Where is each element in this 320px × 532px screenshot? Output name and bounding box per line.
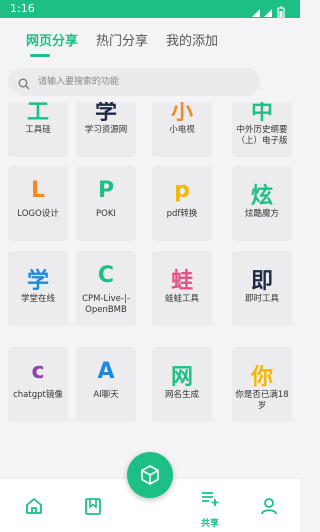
app-card-glyph: C xyxy=(97,263,115,288)
search-bar[interactable] xyxy=(8,68,260,96)
app-card[interactable]: C CPM-Live-|-OpenBMB xyxy=(76,251,136,326)
search-input[interactable] xyxy=(38,74,248,90)
person-icon[interactable] xyxy=(259,496,279,516)
app-card-label: 中外历史纲要（上）电子版 xyxy=(236,125,288,146)
app-card[interactable]: 学学习资源网 xyxy=(76,102,136,157)
app-card-label: 即时工具 xyxy=(244,294,279,304)
bookmark-icon[interactable] xyxy=(83,496,103,516)
app-card[interactable]: 小小电视 xyxy=(152,102,212,157)
app-card-glyph: 学 xyxy=(26,269,49,294)
app-card-glyph: 即 xyxy=(250,269,273,294)
app-card[interactable]: 学学堂在线 xyxy=(8,251,68,326)
top-tabs: 网页分享 热门分享 我的添加 xyxy=(0,18,300,60)
playlist-add-icon[interactable] xyxy=(200,488,220,508)
app-card-label: 小电视 xyxy=(169,125,195,135)
app-card-label: 你是否已满18岁 xyxy=(235,390,289,411)
app-card-label: 炫酷魔方 xyxy=(244,209,279,219)
nav-share-label[interactable]: 共享 xyxy=(201,516,219,529)
app-card-glyph: 你 xyxy=(250,365,273,390)
app-card-glyph: 中 xyxy=(250,102,273,125)
app-card-glyph: 工 xyxy=(26,102,49,125)
app-card-label: 网名生成 xyxy=(164,390,199,400)
tab-indicator xyxy=(30,54,50,57)
app-card-label: 工具硅 xyxy=(25,125,51,135)
app-card-label: pdf转换 xyxy=(166,209,198,219)
app-card[interactable]: 工工具硅 xyxy=(8,102,68,157)
app-card[interactable]: 中中外历史纲要（上）电子版 xyxy=(232,102,292,157)
app-card[interactable]: 蛙蛙蛙工具 xyxy=(152,251,212,326)
app-card-label: 学堂在线 xyxy=(20,294,55,304)
app-card[interactable]: 即即时工具 xyxy=(232,251,292,326)
app-card-label: chatgpt镜像 xyxy=(13,390,63,400)
app-card[interactable]: 网网名生成 xyxy=(152,347,212,422)
tab-hot-share[interactable]: 热门分享 xyxy=(96,30,148,49)
app-card-label: AI聊天 xyxy=(93,390,119,400)
app-card[interactable]: P POKI xyxy=(76,166,136,241)
app-card-glyph: 炫 xyxy=(250,184,273,209)
signal-battery-icon xyxy=(252,6,285,19)
app-card-glyph: 小 xyxy=(170,102,193,125)
home-icon[interactable] xyxy=(24,496,44,516)
app-card-label: 蛙蛙工具 xyxy=(164,294,199,304)
status-bar: 1:16 xyxy=(0,0,300,19)
app-card[interactable]: 你你是否已满18岁 xyxy=(232,347,292,422)
app-card-glyph: p xyxy=(174,178,190,203)
search-icon xyxy=(18,75,30,94)
tab-my-added[interactable]: 我的添加 xyxy=(166,30,218,49)
app-card[interactable]: L LOGO设计 xyxy=(8,166,68,241)
app-card-label: CPM-Live-|-OpenBMB xyxy=(82,294,130,315)
app-card-label: POKI xyxy=(96,209,116,219)
status-time: 1:16 xyxy=(10,2,35,15)
app-card[interactable]: 炫炫酷魔方 xyxy=(232,166,292,241)
center-fab-button[interactable] xyxy=(127,452,173,498)
app-card-glyph: A xyxy=(97,359,115,384)
app-card-glyph: P xyxy=(97,178,115,203)
app-card-label: 学习资源网 xyxy=(84,125,128,135)
app-card-glyph: 蛙 xyxy=(170,269,193,294)
tab-web-share[interactable]: 网页分享 xyxy=(26,30,78,49)
app-card[interactable]: A AI聊天 xyxy=(76,347,136,422)
app-card[interactable]: p pdf转换 xyxy=(152,166,212,241)
cube-icon xyxy=(141,465,159,485)
app-card-label: LOGO设计 xyxy=(17,209,59,219)
app-card-glyph: L xyxy=(30,178,46,203)
app-card-glyph: c xyxy=(31,359,45,384)
app-card-glyph: 学 xyxy=(94,102,117,125)
card-grid: 工工具硅学学习资源网小小电视中中外历史纲要（上）电子版 L LOGO设计 P POKI p… xyxy=(0,102,300,466)
app-card-glyph: 网 xyxy=(170,365,193,390)
app-card[interactable]: c chatgpt镜像 xyxy=(8,347,68,422)
